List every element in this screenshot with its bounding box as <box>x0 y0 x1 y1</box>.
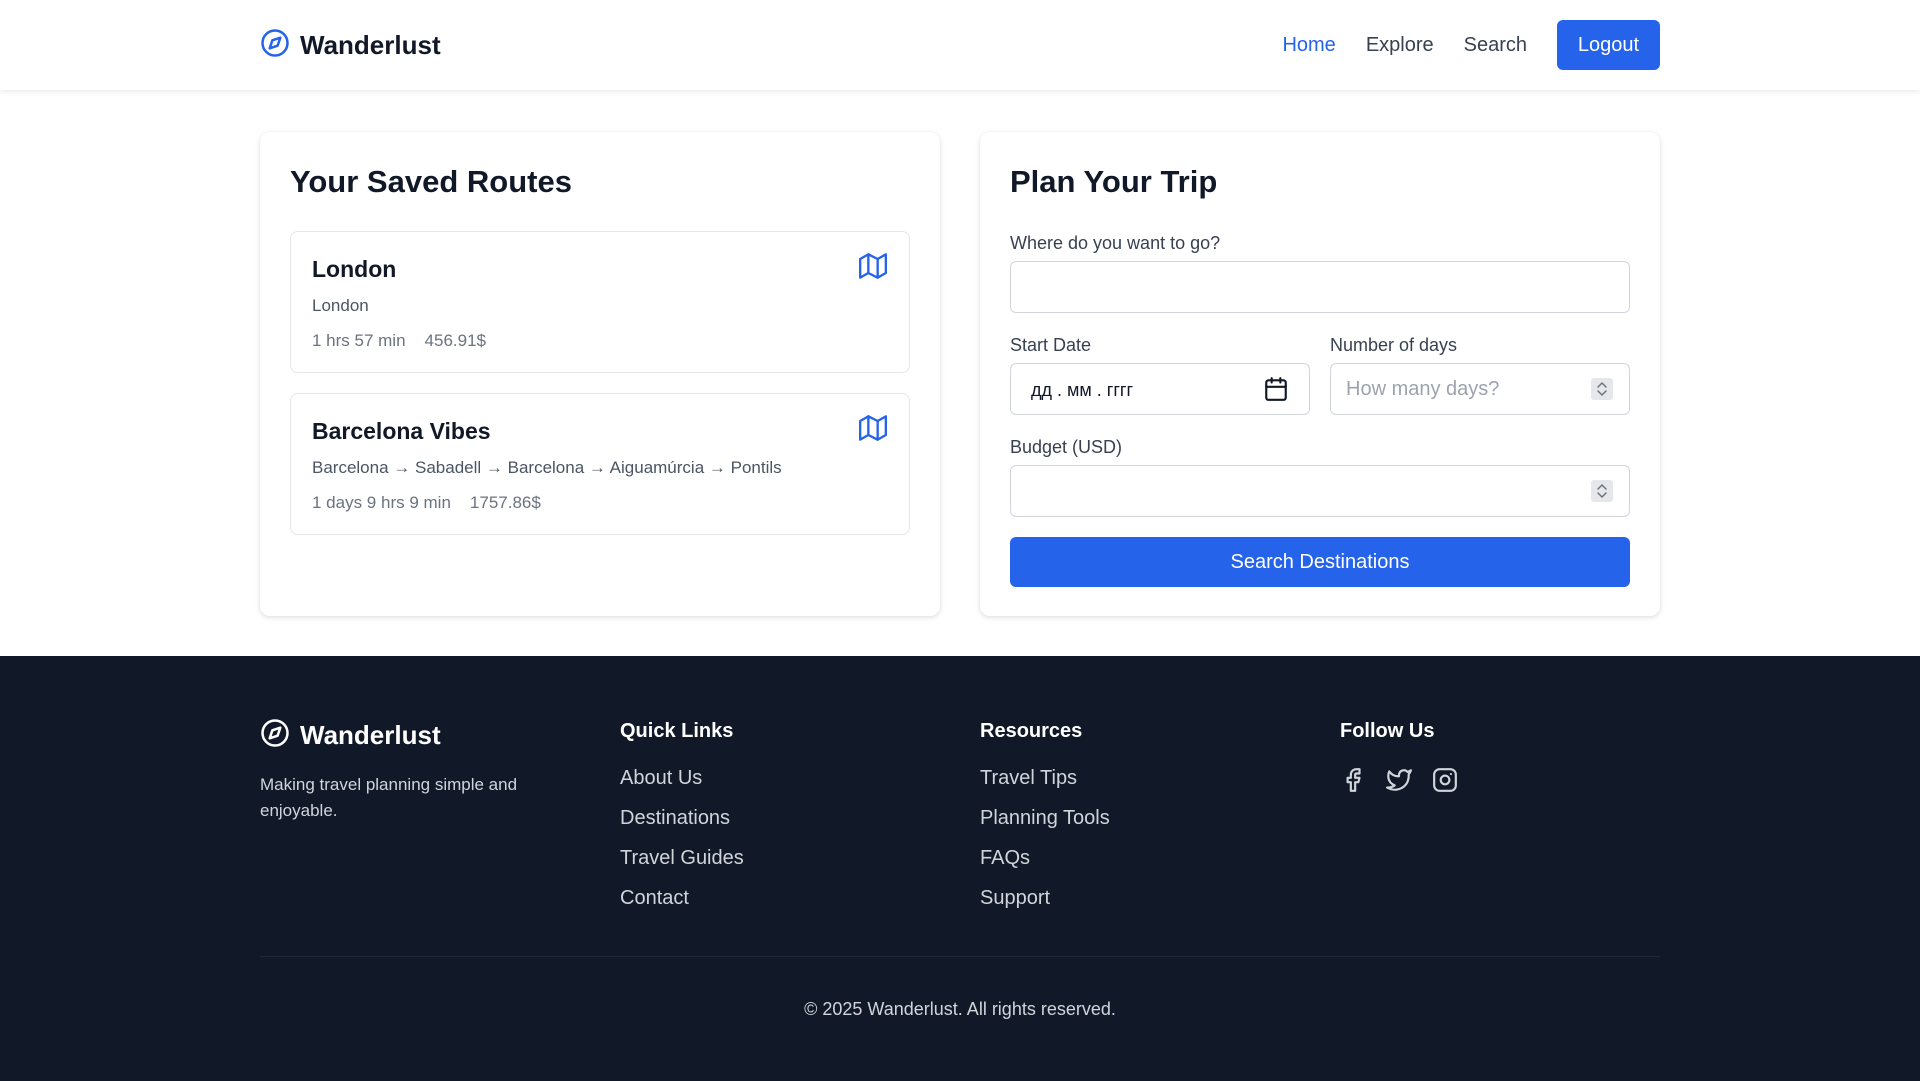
days-label: Number of days <box>1330 335 1458 355</box>
brand-name: Wanderlust <box>300 30 441 60</box>
resources-title: Resources <box>980 720 1083 742</box>
calendar-icon[interactable] <box>1263 376 1289 402</box>
saved-routes-card: Your Saved Routes London London 1 hrs 57… <box>260 132 940 616</box>
route-price: 456.91$ <box>424 331 486 350</box>
footer-link-travel-tips[interactable]: Travel Tips <box>980 767 1110 791</box>
search-destinations-button[interactable]: Search Destinations <box>1010 537 1630 587</box>
route-path: London <box>312 296 369 315</box>
footer-divider <box>260 956 1660 957</box>
budget-input[interactable] <box>1010 465 1630 517</box>
route-price: 1757.86$ <box>469 493 541 512</box>
number-spinner-icon[interactable] <box>1591 378 1613 400</box>
compass-icon <box>260 28 290 63</box>
route-card[interactable]: Barcelona Vibes Barcelona → Sabadell → B… <box>290 393 910 535</box>
social-links <box>1340 767 1458 793</box>
instagram-icon[interactable] <box>1432 767 1458 793</box>
logout-button[interactable]: Logout <box>1557 20 1660 70</box>
plan-trip-title: Plan Your Trip <box>1010 164 1218 199</box>
saved-routes-title: Your Saved Routes <box>290 164 572 199</box>
site-footer: Wanderlust Making travel planning simple… <box>0 656 1920 1081</box>
compass-icon <box>260 718 290 753</box>
destination-input[interactable] <box>1010 261 1630 313</box>
number-spinner-icon[interactable] <box>1591 480 1613 502</box>
footer-link-planning-tools[interactable]: Planning Tools <box>980 807 1110 831</box>
route-name: London <box>312 256 397 282</box>
start-date-label: Start Date <box>1010 335 1092 355</box>
facebook-icon[interactable] <box>1340 767 1366 793</box>
footer-link-about[interactable]: About Us <box>620 767 744 791</box>
footer-link-destinations[interactable]: Destinations <box>620 807 744 831</box>
top-header: Wanderlust Home Explore Search Logout <box>0 0 1920 90</box>
follow-us-title: Follow Us <box>1340 720 1435 742</box>
route-meta: 1 hrs 57 min 456.91$ <box>312 331 486 351</box>
quick-links-title: Quick Links <box>620 720 734 742</box>
copyright-text: © 2025 Wanderlust. All rights reserved. <box>804 999 1116 1019</box>
start-date-placeholder: дд . мм . гггг <box>1031 380 1134 400</box>
nav-search[interactable]: Search <box>1464 34 1527 57</box>
route-path: Barcelona → Sabadell → Barcelona → Aigua… <box>312 458 782 477</box>
footer-link-support[interactable]: Support <box>980 887 1110 911</box>
days-input[interactable]: How many days? <box>1330 363 1630 415</box>
footer-brand-name: Wanderlust <box>300 720 441 750</box>
main-content: Your Saved Routes London London 1 hrs 57… <box>0 90 1920 656</box>
twitter-icon[interactable] <box>1386 767 1412 793</box>
budget-label: Budget (USD) <box>1010 437 1123 457</box>
route-card[interactable]: London London 1 hrs 57 min 456.91$ <box>290 231 910 373</box>
main-nav: Home Explore Search Logout <box>1282 20 1660 70</box>
footer-link-travel-guides[interactable]: Travel Guides <box>620 847 744 871</box>
route-duration: 1 days 9 hrs 9 min <box>312 493 451 512</box>
map-icon[interactable] <box>859 252 889 282</box>
footer-brand[interactable]: Wanderlust <box>260 718 441 753</box>
quick-links-column: Quick Links About Us Destinations Travel… <box>620 720 744 927</box>
route-meta: 1 days 9 hrs 9 min 1757.86$ <box>312 493 541 513</box>
brand-logo[interactable]: Wanderlust <box>260 28 441 63</box>
nav-explore[interactable]: Explore <box>1366 34 1434 57</box>
resources-column: Resources Travel Tips Planning Tools FAQ… <box>980 720 1110 927</box>
plan-trip-card: Plan Your Trip Where do you want to go? … <box>980 132 1660 616</box>
route-duration: 1 hrs 57 min <box>312 331 406 350</box>
days-placeholder: How many days? <box>1346 378 1500 400</box>
start-date-input[interactable]: дд . мм . гггг <box>1010 363 1310 415</box>
footer-tagline: Making travel planning simple and enjoya… <box>260 775 518 820</box>
route-name: Barcelona Vibes <box>312 418 491 444</box>
footer-link-contact[interactable]: Contact <box>620 887 744 911</box>
follow-us-column: Follow Us <box>1340 720 1458 793</box>
destination-label: Where do you want to go? <box>1010 233 1221 253</box>
nav-home[interactable]: Home <box>1282 34 1335 57</box>
footer-link-faqs[interactable]: FAQs <box>980 847 1110 871</box>
map-icon[interactable] <box>859 414 889 444</box>
